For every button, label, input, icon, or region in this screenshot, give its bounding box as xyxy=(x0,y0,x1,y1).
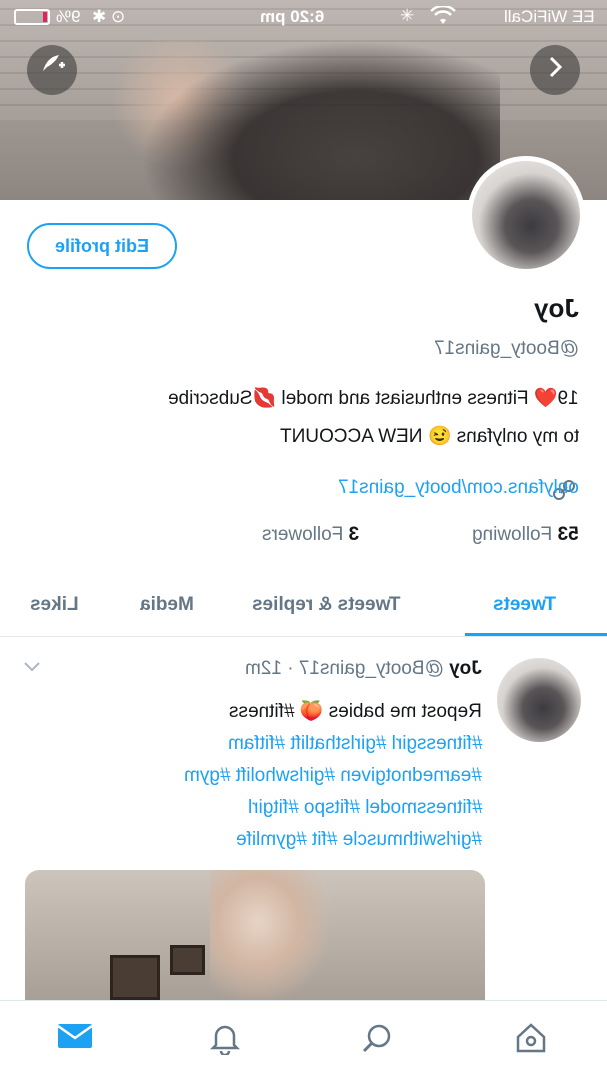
wifi-icon xyxy=(430,4,456,31)
carrier-name: EE WiFiCall xyxy=(504,7,595,26)
status-time: 6:20 pm xyxy=(260,7,325,26)
followers-count[interactable]: 3 Followers xyxy=(262,524,359,546)
tweet-header[interactable]: Joy @Booty_gains17 · 12m xyxy=(245,658,482,680)
bio-line-1: 19❤️ Fitness enthusiast and model 💋Subsc… xyxy=(168,388,579,409)
picture-frame xyxy=(170,945,205,975)
bio-line-2: to my onlyfans 😉 NEW ACCOUNT xyxy=(279,426,579,447)
tweet-avatar[interactable] xyxy=(497,658,581,742)
tweet-meta: @Booty_gains17 · 12m xyxy=(245,658,444,679)
picture-frame xyxy=(110,955,160,1000)
tweet-text: Repost me babies 🍑 #fitness #fitnessgirl… xyxy=(22,696,482,856)
tweet-line-5[interactable]: #girlswithmuscle #fit #gymlife xyxy=(236,824,482,856)
active-tab-indicator xyxy=(465,633,607,636)
tweet-line-3[interactable]: #earnednotgiven #girlswholift #gym xyxy=(184,760,482,792)
profile-name: Joy xyxy=(534,293,579,323)
tweet-media-image[interactable] xyxy=(25,870,485,1000)
battery-percent: 9% xyxy=(56,7,81,26)
profile-link[interactable]: onlyfans.com/booty_gains17 xyxy=(338,477,579,499)
photo-subject xyxy=(210,870,330,1000)
tab-tweets-replies[interactable]: Tweets & replies xyxy=(252,594,401,616)
tweet-line-4[interactable]: #fitnessmodel #fitspo #fitgirl xyxy=(248,792,482,824)
profile-bio: 19❤️ Fitness enthusiast and model 💋Subsc… xyxy=(19,380,579,456)
loading-icon: ✳ xyxy=(400,6,415,25)
profile-avatar[interactable] xyxy=(467,156,585,274)
compose-plus-icon[interactable] xyxy=(27,45,77,95)
bluetooth-icon: ✱ ⊙ xyxy=(92,7,126,26)
banner-photo xyxy=(140,40,500,200)
status-bar: 9% ✱ ⊙ 6:20 pm ✳ EE WiFiCall xyxy=(0,0,607,34)
chevron-right-icon[interactable] xyxy=(530,45,580,95)
search-icon[interactable] xyxy=(360,1021,400,1061)
chevron-down-icon[interactable] xyxy=(22,656,42,679)
profile-handle: @Booty_gains17 xyxy=(434,338,579,359)
tab-likes[interactable]: Likes xyxy=(30,594,79,616)
following-count[interactable]: 53 Following xyxy=(472,524,579,546)
bell-icon[interactable] xyxy=(208,1021,248,1061)
mail-icon[interactable] xyxy=(57,1021,97,1061)
bottom-nav xyxy=(0,1000,607,1080)
tab-tweets[interactable]: Tweets xyxy=(493,594,556,616)
tweet-line-1: Repost me babies 🍑 #fitness xyxy=(229,701,482,722)
profile-tabs: Tweets Tweets & replies Media Likes xyxy=(0,588,607,637)
tweet-line-2[interactable]: #fitnessgirl #girlsthatlift #fitfam xyxy=(228,728,483,760)
home-icon[interactable] xyxy=(514,1021,554,1061)
edit-profile-button[interactable]: Edit profile xyxy=(27,223,177,269)
battery-icon xyxy=(14,9,50,25)
tab-media[interactable]: Media xyxy=(140,594,194,616)
tweet-author-name: Joy xyxy=(449,658,482,679)
